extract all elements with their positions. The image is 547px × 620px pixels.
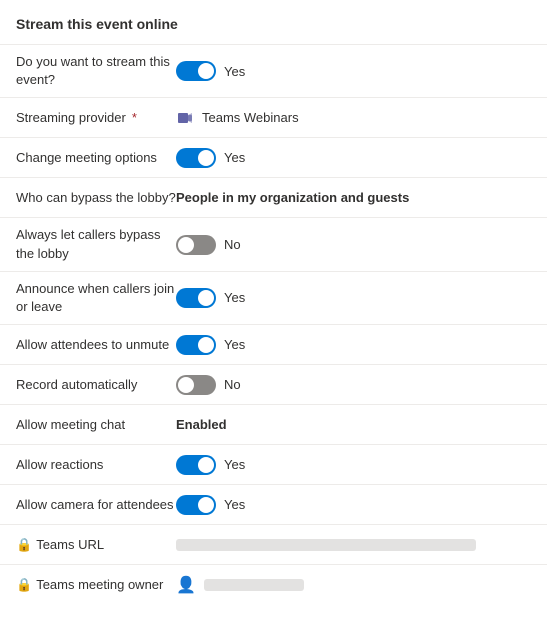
row-allow-camera: Allow camera for attendees Yes: [0, 484, 547, 524]
teams-webinars-icon: [176, 109, 194, 127]
label-teams-url: 🔒 Teams URL: [16, 536, 176, 554]
value-announce-callers: Yes: [176, 288, 531, 308]
toggle-knob: [198, 63, 214, 79]
bypass-lobby-value: People in my organization and guests: [176, 190, 409, 205]
label-announce-callers: Announce when callers join or leave: [16, 280, 176, 316]
person-icon: 👤: [176, 575, 196, 595]
toggle-label-stream-event: Yes: [224, 64, 245, 79]
toggle-label-allow-camera: Yes: [224, 497, 245, 512]
toggle-label-callers-bypass-lobby: No: [224, 237, 241, 252]
toggle-record-automatically[interactable]: [176, 375, 216, 395]
teams-url-blurred: [176, 539, 476, 551]
toggle-label-record-automatically: No: [224, 377, 241, 392]
label-allow-reactions: Allow reactions: [16, 456, 176, 474]
label-streaming-provider: Streaming provider *: [16, 109, 176, 127]
toggle-allow-camera[interactable]: [176, 495, 216, 515]
row-allow-unmute: Allow attendees to unmute Yes: [0, 324, 547, 364]
value-callers-bypass-lobby: No: [176, 235, 531, 255]
row-stream-event: Do you want to stream this event? Yes: [0, 44, 547, 97]
value-change-meeting-options: Yes: [176, 148, 531, 168]
toggle-knob: [178, 377, 194, 393]
value-teams-owner: 👤: [176, 575, 531, 595]
value-streaming-provider: Teams Webinars: [176, 109, 531, 127]
toggle-label-allow-reactions: Yes: [224, 457, 245, 472]
label-allow-camera: Allow camera for attendees: [16, 496, 176, 514]
row-callers-bypass-lobby: Always let callers bypass the lobby No: [0, 217, 547, 270]
toggle-announce-callers[interactable]: [176, 288, 216, 308]
label-allow-meeting-chat: Allow meeting chat: [16, 416, 176, 434]
lock-icon-owner: 🔒: [16, 576, 32, 594]
row-allow-meeting-chat: Allow meeting chat Enabled: [0, 404, 547, 444]
row-teams-url: 🔒 Teams URL: [0, 524, 547, 564]
toggle-knob: [198, 457, 214, 473]
value-teams-url: [176, 539, 531, 551]
toggle-knob: [198, 497, 214, 513]
value-record-automatically: No: [176, 375, 531, 395]
toggle-knob: [198, 290, 214, 306]
provider-name: Teams Webinars: [202, 110, 299, 125]
toggle-allow-reactions[interactable]: [176, 455, 216, 475]
toggle-knob: [178, 237, 194, 253]
label-change-meeting-options: Change meeting options: [16, 149, 176, 167]
label-stream-event: Do you want to stream this event?: [16, 53, 176, 89]
required-star: *: [132, 109, 137, 127]
label-record-automatically: Record automatically: [16, 376, 176, 394]
value-allow-meeting-chat: Enabled: [176, 417, 531, 432]
teams-owner-blurred: [204, 579, 304, 591]
toggle-label-announce-callers: Yes: [224, 290, 245, 305]
label-allow-unmute: Allow attendees to unmute: [16, 336, 176, 354]
stream-event-panel: Stream this event online Do you want to …: [0, 0, 547, 620]
value-bypass-lobby: People in my organization and guests: [176, 190, 531, 205]
label-teams-owner: 🔒 Teams meeting owner: [16, 576, 176, 594]
meeting-chat-value: Enabled: [176, 417, 227, 432]
toggle-label-allow-unmute: Yes: [224, 337, 245, 352]
toggle-change-meeting-options[interactable]: [176, 148, 216, 168]
toggle-label-change-meeting-options: Yes: [224, 150, 245, 165]
label-callers-bypass-lobby: Always let callers bypass the lobby: [16, 226, 176, 262]
section-title: Stream this event online: [0, 16, 547, 44]
row-change-meeting-options: Change meeting options Yes: [0, 137, 547, 177]
toggle-stream-event[interactable]: [176, 61, 216, 81]
toggle-knob: [198, 150, 214, 166]
value-stream-event: Yes: [176, 61, 531, 81]
row-teams-owner: 🔒 Teams meeting owner 👤: [0, 564, 547, 604]
row-bypass-lobby: Who can bypass the lobby? People in my o…: [0, 177, 547, 217]
row-streaming-provider: Streaming provider * Teams Webinars: [0, 97, 547, 137]
lock-icon-url: 🔒: [16, 536, 32, 554]
toggle-knob: [198, 337, 214, 353]
value-allow-camera: Yes: [176, 495, 531, 515]
toggle-allow-unmute[interactable]: [176, 335, 216, 355]
row-allow-reactions: Allow reactions Yes: [0, 444, 547, 484]
value-allow-reactions: Yes: [176, 455, 531, 475]
row-announce-callers: Announce when callers join or leave Yes: [0, 271, 547, 324]
toggle-callers-bypass-lobby[interactable]: [176, 235, 216, 255]
label-bypass-lobby: Who can bypass the lobby?: [16, 189, 176, 207]
value-allow-unmute: Yes: [176, 335, 531, 355]
row-record-automatically: Record automatically No: [0, 364, 547, 404]
